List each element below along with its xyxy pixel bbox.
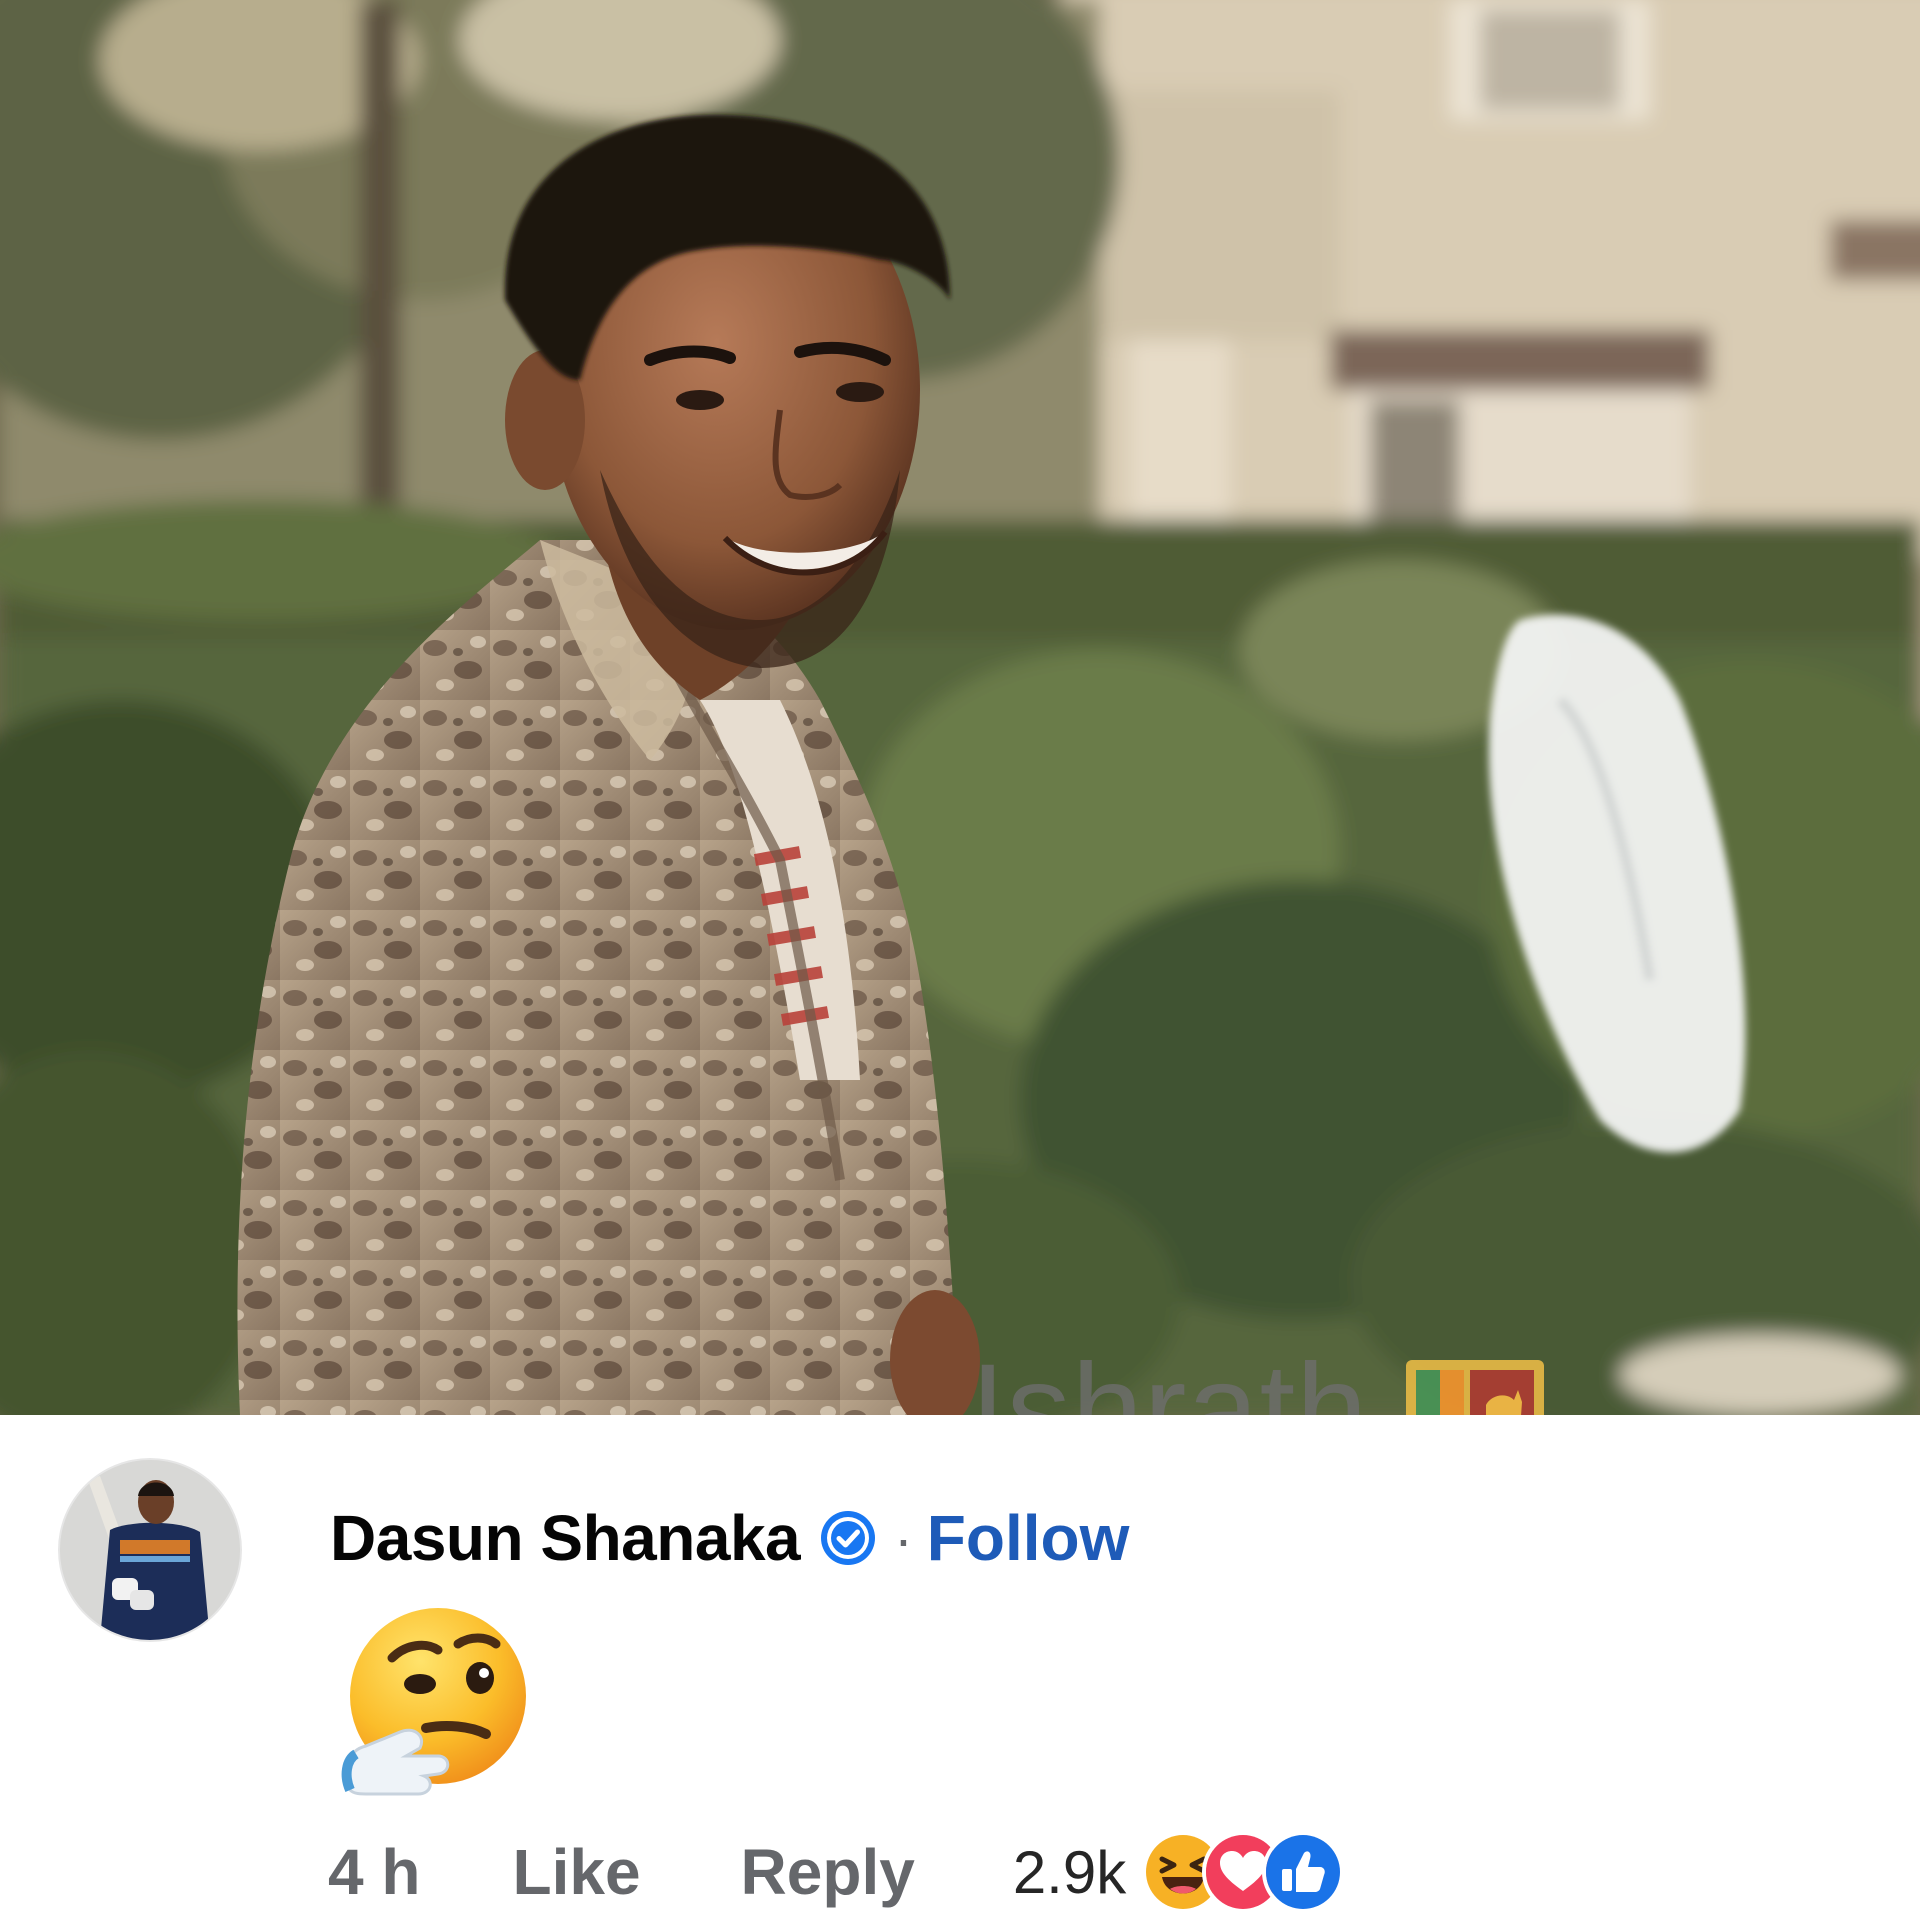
separator-dot: · [894, 1506, 913, 1570]
verified-badge-icon [821, 1511, 876, 1565]
like-button[interactable]: Like [512, 1835, 640, 1909]
like-reaction-icon [1262, 1831, 1345, 1913]
thinking-face-emoji [341, 1608, 526, 1796]
avatar-image [60, 1460, 240, 1640]
sri-lanka-flag-icon [1406, 1360, 1545, 1415]
follow-button[interactable]: Follow [927, 1501, 1130, 1575]
photo-illustration [0, 0, 1920, 1415]
comment-header: Dasun Shanaka · Follow [330, 1500, 1129, 1576]
comment-actions: 4 h Like Reply 2.9k [328, 1831, 1345, 1913]
reaction-icons[interactable] [1142, 1831, 1345, 1913]
post-photo[interactable]: Ishrath [0, 0, 1920, 1415]
reaction-count[interactable]: 2.9k [1013, 1838, 1126, 1907]
facebook-comment-screenshot: Ishrath Dasun Shanaka · Follow 4 h Like … [0, 0, 1920, 1920]
comment-author-name[interactable]: Dasun Shanaka [330, 1501, 801, 1575]
comment-timestamp[interactable]: 4 h [328, 1835, 420, 1909]
commenter-avatar[interactable] [60, 1460, 240, 1640]
watermark-text: Ishrath [970, 1338, 1369, 1416]
reply-button[interactable]: Reply [741, 1835, 915, 1909]
watermark: Ishrath [970, 1338, 1545, 1416]
